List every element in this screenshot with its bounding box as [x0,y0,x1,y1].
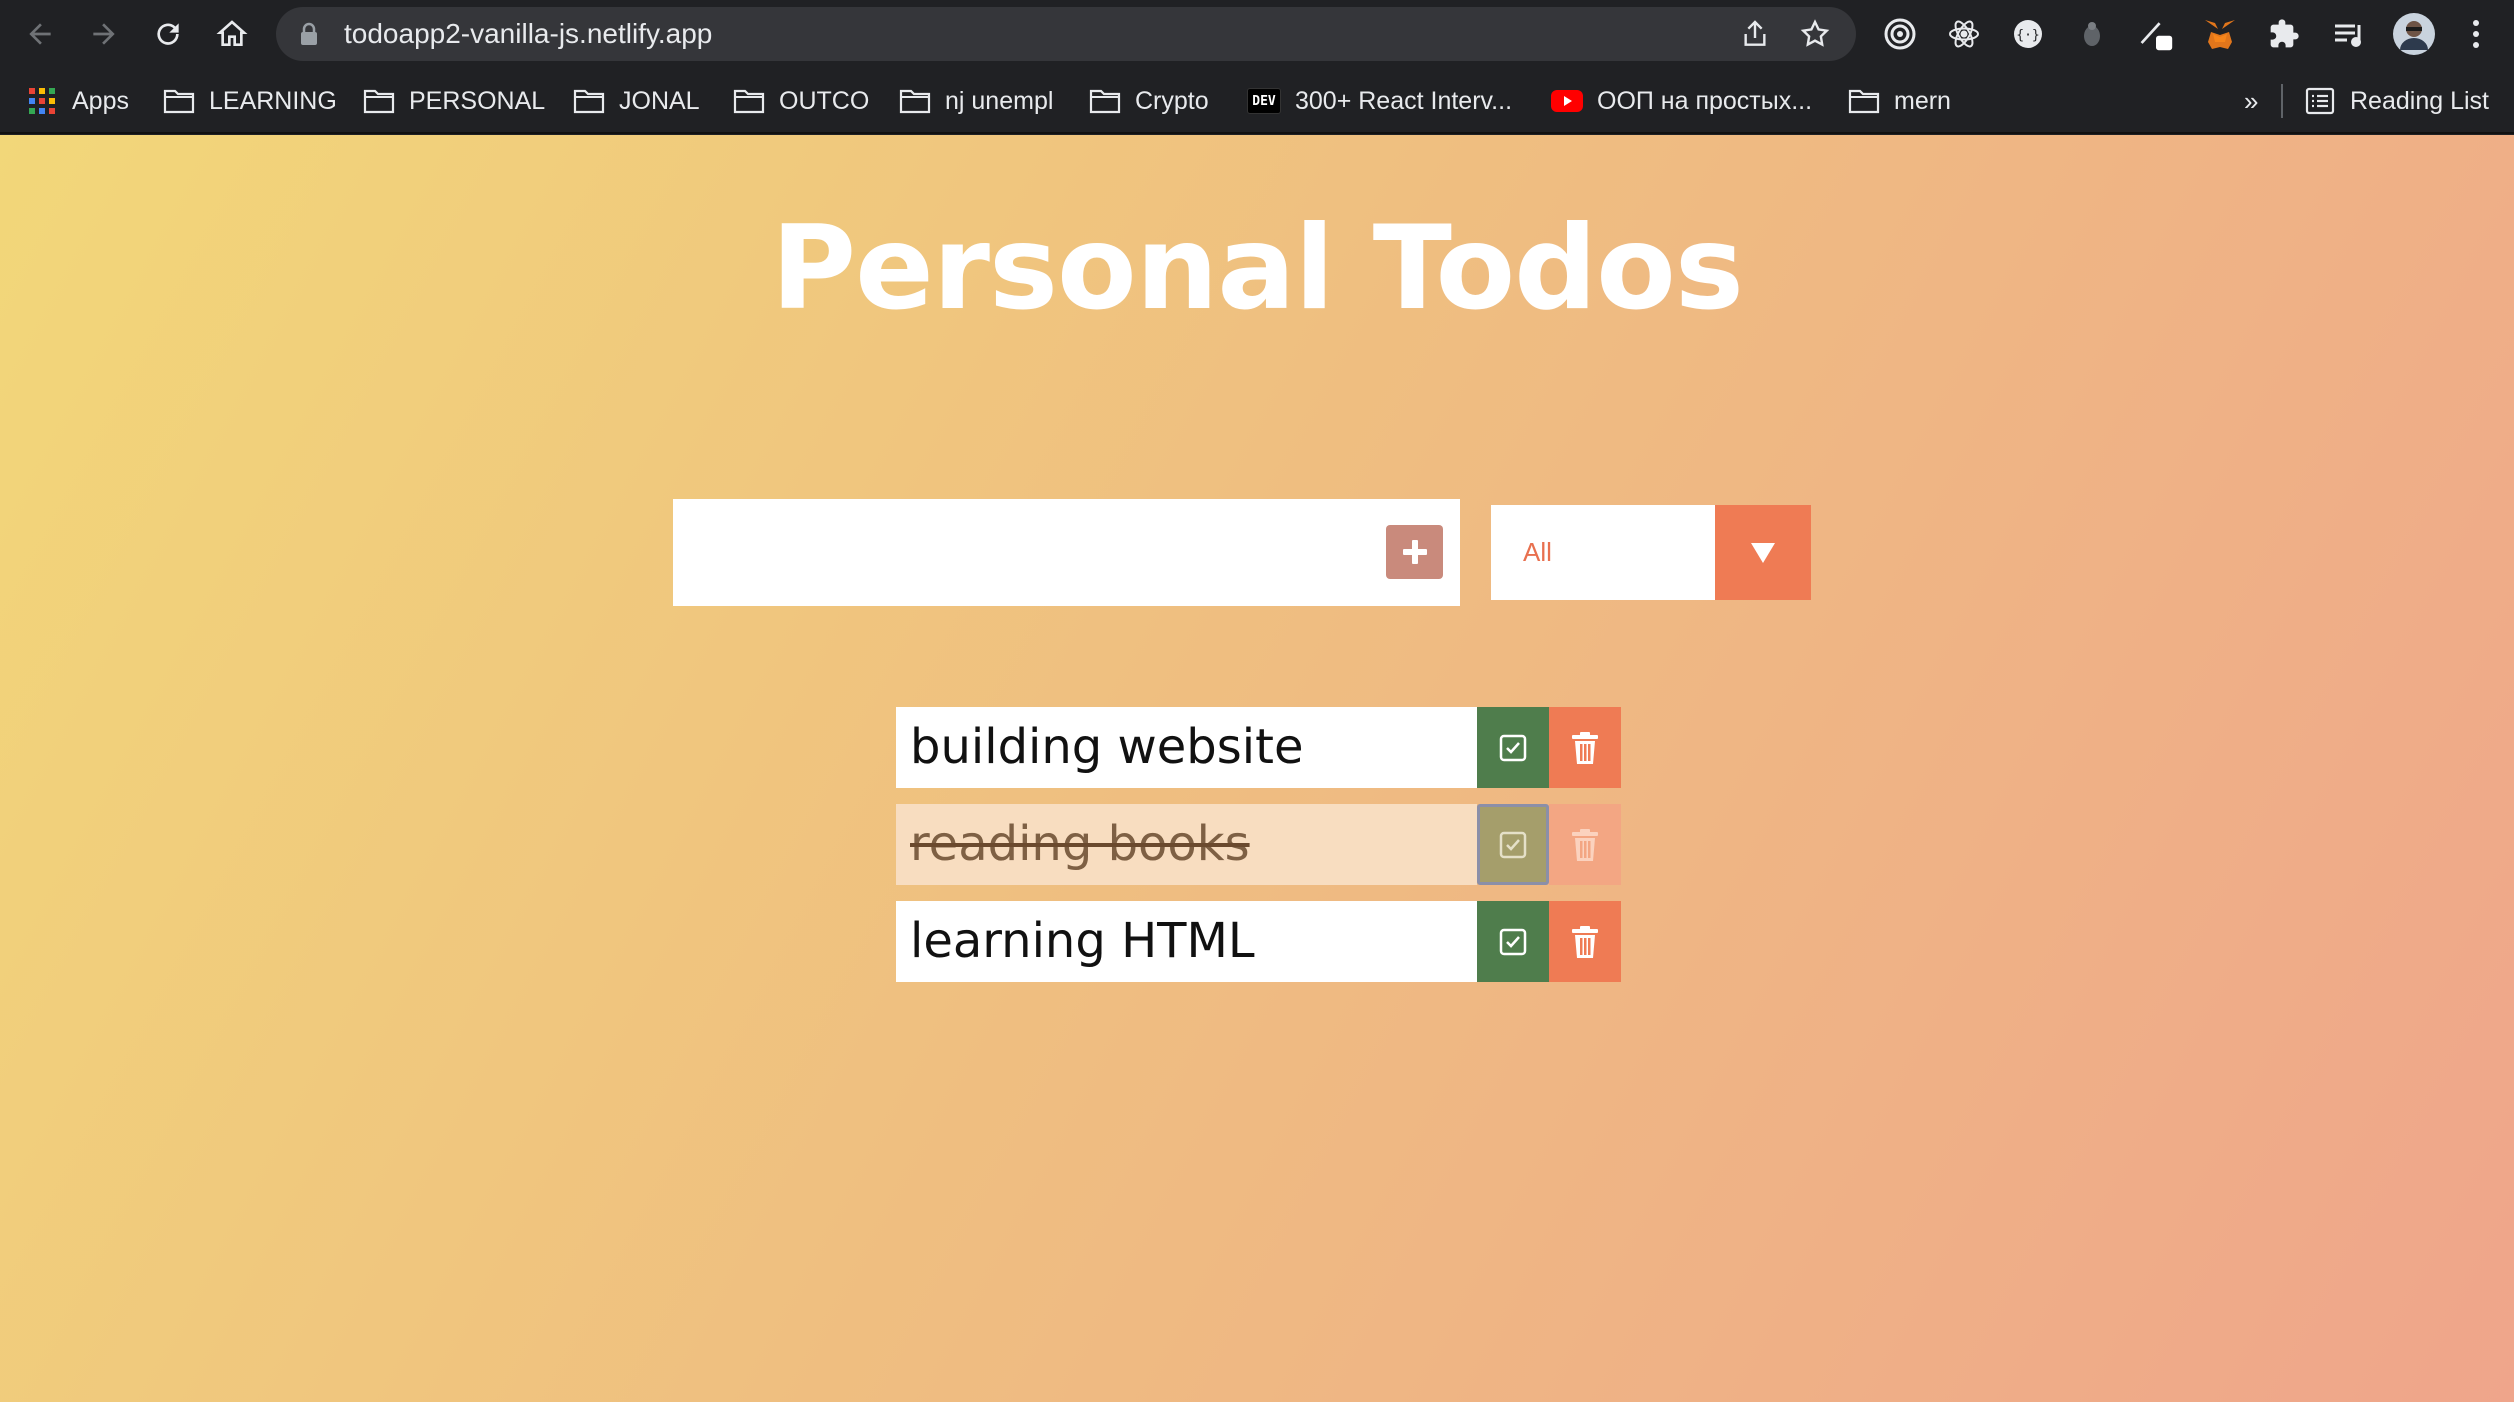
bookmark-folder-crypto[interactable]: Crypto [1089,68,1209,134]
check-square-icon [1499,831,1527,858]
bookmark-react-interview[interactable]: DEV 300+ React Interv... [1247,68,1512,134]
check-square-icon [1499,734,1527,761]
react-devtools-icon[interactable] [1946,16,1982,52]
dev-logo-icon: DEV [1247,88,1281,114]
bookmarks-bar: Apps LEARNING PERSONAL JONAL OUTCO nj un… [0,68,2514,134]
bookmark-apps[interactable]: Apps [26,68,129,134]
folder-icon [1848,85,1880,117]
browser-menu-icon[interactable] [2458,16,2494,52]
todo-input-container [673,499,1460,606]
address-bar[interactable]: todoapp2-vanilla-js.netlify.app [276,7,1856,61]
bookmark-label: PERSONAL [409,86,546,115]
trash-icon [1572,925,1598,958]
metamask-fox-icon[interactable] [2202,16,2238,52]
forward-button[interactable] [80,10,128,58]
reading-list-icon [2304,85,2336,117]
bookmark-label: nj unempl [945,86,1054,115]
trash-icon [1572,828,1598,861]
bookmarks-divider [2281,84,2283,118]
share-icon[interactable] [1739,18,1771,50]
bookmark-label: ООП на простых... [1597,86,1813,115]
extension-ghost-icon[interactable] [2074,16,2110,52]
extensions-puzzle-icon[interactable] [2266,16,2302,52]
back-arrow-icon [29,23,51,45]
lock-icon [301,22,317,45]
trash-icon [1572,731,1598,764]
reload-button[interactable] [144,10,192,58]
pen-extension-icon[interactable] [2138,16,2174,52]
delete-button[interactable] [1549,707,1621,788]
bookmark-label: 300+ React Interv... [1295,86,1513,115]
bookmark-label: Apps [72,86,129,115]
check-square-icon [1499,928,1527,955]
todo-text: learning HTML [896,901,1477,982]
folder-icon [899,85,931,117]
todo-input[interactable] [673,499,1353,606]
bookmark-folder-mern[interactable]: mern [1848,68,1951,134]
page-content: Personal Todos All building website read… [0,135,2514,1402]
browser-toolbar: todoapp2-vanilla-js.netlify.app {·} [0,0,2514,68]
folder-icon [363,85,395,117]
reading-list-button[interactable]: Reading List [2304,68,2489,134]
bookmark-label: OUTCO [779,86,870,115]
home-button[interactable] [208,10,256,58]
todo-item-completed: reading books [896,804,1621,885]
reading-list-label: Reading List [2350,86,2489,115]
home-icon [216,20,248,46]
bookmark-label: Crypto [1135,86,1209,115]
complete-button[interactable] [1477,707,1549,788]
bookmark-label: JONAL [619,86,700,115]
back-button[interactable] [16,10,64,58]
add-todo-button[interactable] [1386,525,1443,579]
filter-selected-value: All [1523,537,1552,567]
bookmark-star-icon[interactable] [1799,18,1831,50]
json-viewer-icon[interactable]: {·} [2010,16,2046,52]
caret-down-icon [1751,542,1775,563]
bookmark-label: LEARNING [209,86,337,115]
url-text: todoapp2-vanilla-js.netlify.app [344,18,713,49]
bookmark-folder-learning[interactable]: LEARNING [163,68,337,134]
delete-button[interactable] [1549,804,1621,885]
page-title: Personal Todos [771,201,1744,336]
media-controls-icon[interactable] [2330,16,2366,52]
plus-icon [1402,540,1427,564]
folder-icon [1089,85,1121,117]
forward-arrow-icon [93,23,115,45]
bookmark-folder-nj-unempl[interactable]: nj unempl [899,68,1053,134]
todo-text: reading books [896,804,1477,885]
bookmark-label: mern [1894,86,1951,115]
todo-item: learning HTML [896,901,1621,982]
delete-button[interactable] [1549,901,1621,982]
filter-select[interactable]: All [1491,505,1811,600]
complete-button[interactable] [1477,804,1549,885]
folder-icon [733,85,765,117]
filter-dropdown-button[interactable] [1715,505,1811,600]
todo-text: building website [896,707,1477,788]
reload-icon [157,23,179,45]
bookmark-oop-video[interactable]: ООП на простых... [1551,68,1812,134]
bookmark-folder-personal[interactable]: PERSONAL [363,68,545,134]
youtube-icon [1551,85,1583,117]
bookmark-folder-jonal[interactable]: JONAL [573,68,700,134]
folder-icon [573,85,605,117]
complete-button[interactable] [1477,901,1549,982]
extension-target-icon[interactable] [1882,16,1918,52]
bookmark-folder-outco[interactable]: OUTCO [733,68,869,134]
todo-item: building website [896,707,1621,788]
bookmarks-overflow-button[interactable]: » [2244,68,2258,134]
svg-text:{·}: {·} [2016,28,2039,43]
profile-avatar[interactable] [2392,12,2436,56]
folder-icon [163,85,195,117]
apps-grid-icon [26,85,58,117]
